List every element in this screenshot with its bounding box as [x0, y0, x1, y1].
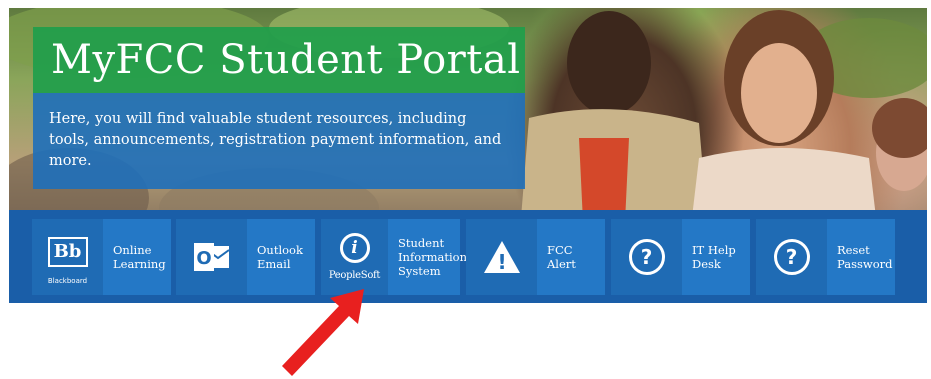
portal-description: Here, you will find valuable student res… — [49, 111, 502, 169]
svg-text:O: O — [196, 248, 211, 269]
tile-online-learning[interactable]: Bb Blackboard Online Learning — [32, 219, 171, 295]
peoplesoft-info-icon: i PeopleSoft — [321, 219, 388, 295]
tile-label: FCC Alert — [547, 243, 576, 271]
outlook-icon: O — [176, 219, 247, 295]
tile-student-information-system[interactable]: i PeopleSoft Student Information System — [321, 219, 468, 295]
red-arrow-annotation — [282, 289, 364, 376]
tile-label: Online Learning — [113, 243, 166, 271]
hero-banner: MyFCC Student Portal Here, you will find… — [9, 8, 927, 243]
tile-label: Outlook Email — [257, 243, 303, 271]
tile-it-help-desk[interactable]: ? IT Help Desk — [611, 219, 750, 295]
help-question-icon: ? — [611, 219, 682, 295]
tile-fcc-alert[interactable]: ! FCC Alert — [466, 219, 605, 295]
tile-label: Student Information System — [398, 236, 468, 278]
tile-reset-password[interactable]: ? Reset Password — [756, 219, 895, 295]
tile-label: IT Help Desk — [692, 243, 736, 271]
svg-text:!: ! — [497, 250, 506, 274]
portal-description-box: Here, you will find valuable student res… — [33, 93, 525, 189]
blackboard-icon: Bb Blackboard — [32, 219, 103, 295]
portal-title-box: MyFCC Student Portal — [33, 27, 525, 93]
help-question-icon: ? — [756, 219, 827, 295]
alert-warning-icon: ! — [466, 219, 537, 295]
tile-label: Reset Password — [837, 243, 893, 271]
page-title: MyFCC Student Portal — [51, 37, 521, 83]
tile-outlook-email[interactable]: O Outlook Email — [176, 219, 315, 295]
